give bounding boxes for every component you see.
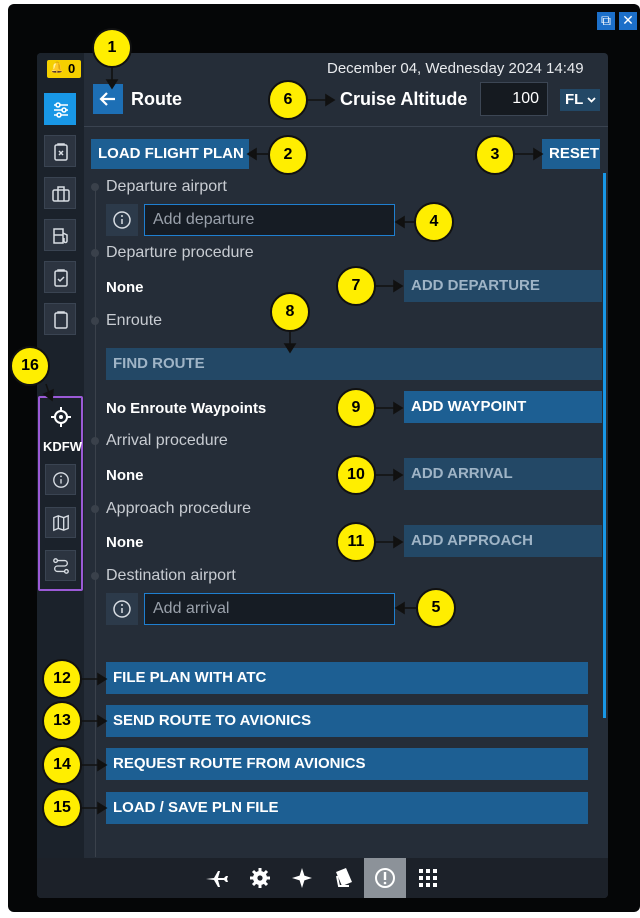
callout-badge: 16 xyxy=(10,346,50,386)
callout-badge: 4 xyxy=(414,202,454,242)
callout-badge: 11 xyxy=(336,522,376,562)
callout-badge: 10 xyxy=(336,455,376,495)
callout-badge: 9 xyxy=(336,388,376,428)
callout-badge: 7 xyxy=(336,266,376,306)
callout-badge: 6 xyxy=(268,80,308,120)
callout-badge: 1 xyxy=(92,28,132,68)
callout-arrows xyxy=(42,66,544,815)
callout-badge: 15 xyxy=(42,788,82,828)
callout-badge: 12 xyxy=(42,659,82,699)
callout-badge: 3 xyxy=(475,135,515,175)
callout-badge: 14 xyxy=(42,745,82,785)
callout-badge: 8 xyxy=(270,292,310,332)
callout-badge: 5 xyxy=(416,588,456,628)
callout-badge: 13 xyxy=(42,701,82,741)
callout-badge: 2 xyxy=(268,135,308,175)
